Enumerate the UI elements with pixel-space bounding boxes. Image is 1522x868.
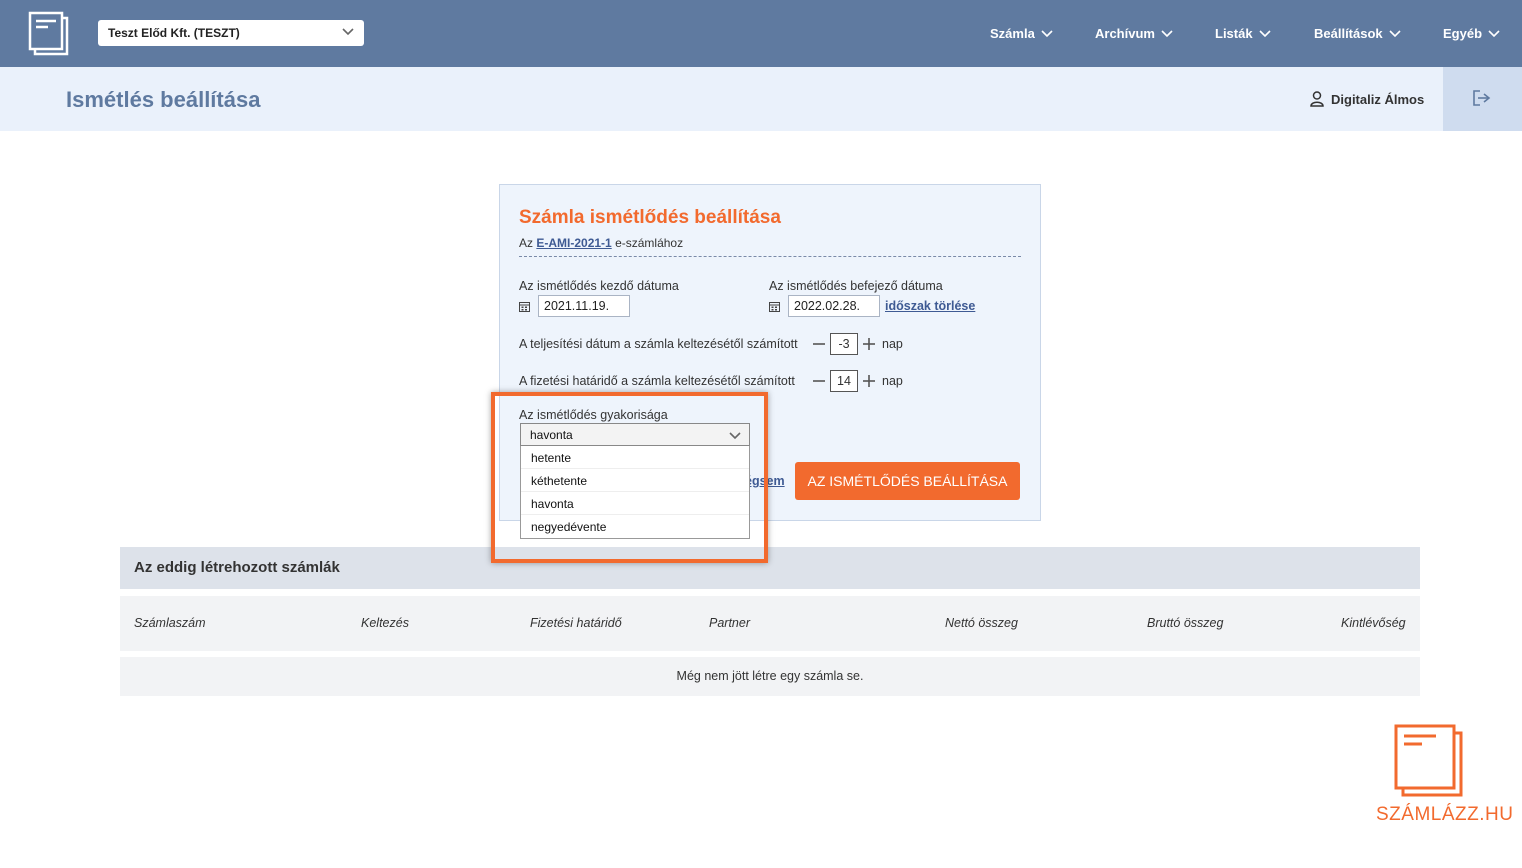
chevron-down-icon bbox=[1259, 29, 1271, 37]
menu-label: Egyéb bbox=[1443, 26, 1483, 41]
chevron-down-icon bbox=[1041, 29, 1053, 37]
menu-archivum[interactable]: Archívum bbox=[1095, 0, 1173, 67]
increment-button[interactable] bbox=[861, 336, 877, 352]
brand-name: SZÁMLÁZZ.HU bbox=[1376, 804, 1514, 825]
performance-date-label: A teljesítési dátum a számla keltezésétő… bbox=[519, 337, 798, 351]
column-header[interactable]: Partner bbox=[709, 616, 750, 630]
set-recurrence-button[interactable]: AZ ISMÉTLŐDÉS BEÁLLÍTÁSA bbox=[795, 462, 1020, 500]
recurrence-settings-card: Számla ismétlődés beállítása Az E-AMI-20… bbox=[499, 184, 1041, 539]
end-date-input[interactable]: 2022.02.28. bbox=[788, 295, 880, 317]
due-days-stepper: 14 nap bbox=[811, 370, 903, 392]
start-date-input[interactable]: 2021.11.19. bbox=[538, 295, 630, 317]
chevron-down-icon bbox=[1161, 29, 1173, 37]
subtitle-prefix: Az bbox=[519, 236, 534, 250]
page-title: Ismétlés beállítása bbox=[66, 87, 261, 112]
calendar-icon[interactable] bbox=[519, 301, 530, 312]
chevron-down-icon bbox=[1488, 29, 1500, 37]
end-date-field: 2022.02.28. időszak törlése bbox=[769, 295, 975, 317]
minus-icon bbox=[813, 343, 825, 345]
frequency-option[interactable]: kéthetente bbox=[521, 469, 749, 492]
menu-label: Beállítások bbox=[1314, 26, 1383, 41]
chevron-down-icon bbox=[729, 432, 741, 440]
page-header: Ismétlés beállítása Digitaliz Álmos bbox=[0, 67, 1522, 131]
decrement-button[interactable] bbox=[811, 336, 827, 352]
column-header[interactable]: Keltezés bbox=[361, 616, 409, 630]
company-select[interactable]: Teszt Előd Kft. (TESZT) bbox=[98, 20, 364, 46]
logout-icon bbox=[1473, 90, 1491, 106]
start-date-field: 2021.11.19. bbox=[519, 295, 630, 317]
invoices-section-title: Az eddig létrehozott számlák bbox=[120, 547, 1420, 589]
menu-label: Archívum bbox=[1095, 26, 1155, 41]
column-header[interactable]: Nettó összeg bbox=[945, 616, 1018, 630]
chevron-down-icon bbox=[1389, 29, 1401, 37]
menu-beallitasok[interactable]: Beállítások bbox=[1314, 0, 1401, 67]
clear-period-link[interactable]: időszak törlése bbox=[885, 299, 975, 313]
unit-label: nap bbox=[882, 337, 903, 351]
column-header[interactable]: Kintlévőség bbox=[1341, 616, 1406, 630]
menu-egyeb[interactable]: Egyéb bbox=[1443, 0, 1500, 67]
end-date-label: Az ismétlődés befejező dátuma bbox=[769, 279, 943, 293]
user-name: Digitaliz Álmos bbox=[1331, 91, 1425, 107]
menu-szamla[interactable]: Számla bbox=[990, 0, 1053, 67]
frequency-option[interactable]: hetente bbox=[521, 446, 749, 469]
performance-days-input[interactable]: -3 bbox=[830, 333, 858, 355]
top-navigation-bar: Teszt Előd Kft. (TESZT) Számla Archívum … bbox=[0, 0, 1522, 67]
card-title: Számla ismétlődés beállítása bbox=[519, 207, 781, 228]
frequency-label: Az ismétlődés gyakorisága bbox=[519, 408, 668, 422]
column-header[interactable]: Fizetési határidő bbox=[530, 616, 622, 630]
logout-button[interactable] bbox=[1443, 67, 1522, 131]
card-subtitle: Az E-AMI-2021-1 e-számlához bbox=[519, 236, 683, 250]
frequency-option[interactable]: negyedévente bbox=[521, 515, 749, 538]
column-header[interactable]: Számlaszám bbox=[134, 616, 206, 630]
frequency-dropdown-list: hetente kéthetente havonta negyedévente bbox=[520, 446, 750, 539]
minus-icon bbox=[813, 380, 825, 382]
empty-table-message: Még nem jött létre egy számla se. bbox=[120, 657, 1420, 696]
invoices-table-header: Számlaszám Keltezés Fizetési határidő Pa… bbox=[120, 596, 1420, 651]
cancel-link[interactable]: égsem bbox=[745, 474, 785, 488]
frequency-option[interactable]: havonta bbox=[521, 492, 749, 515]
subtitle-suffix: e-számlához bbox=[615, 236, 684, 250]
menu-label: Számla bbox=[990, 26, 1035, 41]
user-icon bbox=[1310, 91, 1324, 107]
frequency-select[interactable]: havonta bbox=[520, 423, 750, 446]
start-date-label: Az ismétlődés kezdő dátuma bbox=[519, 279, 679, 293]
chevron-down-icon bbox=[342, 28, 354, 36]
performance-days-stepper: -3 nap bbox=[811, 333, 903, 355]
increment-button[interactable] bbox=[861, 373, 877, 389]
calendar-icon[interactable] bbox=[769, 301, 780, 312]
user-menu[interactable]: Digitaliz Álmos bbox=[1310, 91, 1424, 107]
divider bbox=[519, 256, 1021, 257]
invoice-link[interactable]: E-AMI-2021-1 bbox=[536, 236, 611, 250]
menu-listak[interactable]: Listák bbox=[1215, 0, 1271, 67]
plus-icon bbox=[863, 375, 875, 387]
decrement-button[interactable] bbox=[811, 373, 827, 389]
due-date-label: A fizetési határidő a számla keltezésétő… bbox=[519, 374, 795, 388]
plus-icon bbox=[863, 338, 875, 350]
frequency-select-value: havonta bbox=[530, 428, 573, 442]
company-select-value: Teszt Előd Kft. (TESZT) bbox=[108, 26, 240, 40]
app-logo-icon[interactable] bbox=[28, 11, 70, 57]
unit-label: nap bbox=[882, 374, 903, 388]
due-days-input[interactable]: 14 bbox=[830, 370, 858, 392]
menu-label: Listák bbox=[1215, 26, 1253, 41]
column-header[interactable]: Bruttó összeg bbox=[1147, 616, 1223, 630]
